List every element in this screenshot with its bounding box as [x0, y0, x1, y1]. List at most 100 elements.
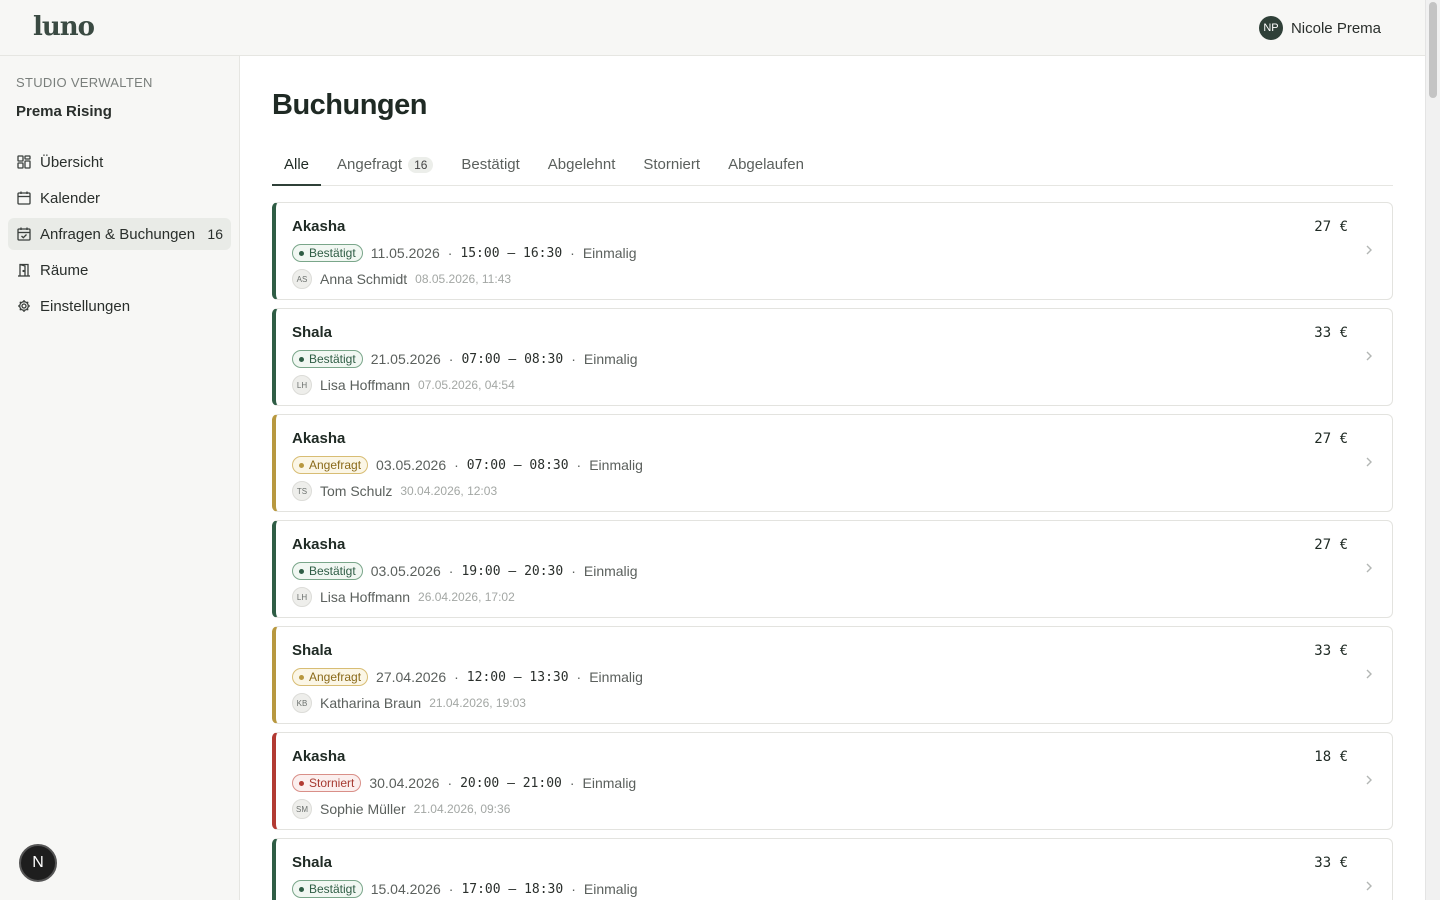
customer-name: Anna Schmidt — [320, 271, 408, 287]
sidebar-item-calendar[interactable]: Kalender — [8, 182, 231, 214]
grid-icon — [16, 154, 32, 170]
booking-time: 07:00 – 08:30 — [461, 351, 564, 367]
booking-customer: LH Lisa Hoffmann 07.05.2026, 04:54 — [292, 375, 515, 395]
status-dot — [299, 886, 304, 892]
booking-card[interactable]: Akasha Bestätigt 11.05.2026 · 15:00 – 16:… — [272, 202, 1393, 300]
tab-requested[interactable]: Angefragt 16 — [325, 152, 445, 186]
tab-declined[interactable]: Abgelehnt — [536, 152, 628, 186]
page-scrollbar[interactable] — [1425, 0, 1440, 900]
user-name[interactable]: Nicole Prema — [1291, 20, 1381, 37]
booking-card[interactable]: Shala Bestätigt 15.04.2026 · 17:00 – 18:3… — [272, 838, 1393, 900]
help-launcher-button[interactable]: N — [19, 844, 57, 882]
sidebar-nav: Übersicht Kalender Anfragen & Buchungen … — [8, 146, 231, 326]
booking-card[interactable]: Akasha Storniert 30.04.2026 · 20:00 – 21:… — [272, 732, 1393, 830]
booking-type: Einmalig — [583, 351, 638, 367]
booking-created: 21.04.2026, 09:36 — [413, 802, 511, 816]
status-badge: Storniert — [292, 774, 362, 792]
sidebar-item-label: Einstellungen — [40, 297, 131, 315]
customer-name: Tom Schulz — [320, 483, 393, 499]
booking-card[interactable]: Akasha Bestätigt 03.05.2026 · 19:00 – 20:… — [272, 520, 1393, 618]
booking-date: 27.04.2026 — [376, 669, 447, 685]
sidebar-item-count: 16 — [207, 226, 223, 242]
booking-details: Bestätigt 21.05.2026 · 07:00 – 08:30 · Ein… — [292, 350, 638, 368]
customer-initials: LH — [292, 587, 312, 607]
sidebar-item-label: Anfragen & Buchungen — [40, 225, 196, 243]
user-menu[interactable]: NP Nicole Prema — [1258, 16, 1381, 40]
booking-details: Angefragt 27.04.2026 · 12:00 – 13:30 · Ein… — [292, 668, 643, 686]
booking-details: Bestätigt 15.04.2026 · 17:00 – 18:30 · Ein… — [292, 880, 638, 898]
booking-card[interactable]: Shala Bestätigt 21.05.2026 · 07:00 – 08:3… — [272, 308, 1393, 406]
tab-all[interactable]: Alle — [272, 152, 322, 186]
chevron-right-icon — [1366, 245, 1372, 255]
booking-created: 07.05.2026, 04:54 — [418, 378, 515, 392]
booking-type: Einmalig — [589, 457, 643, 473]
tab-expired[interactable]: Abgelaufen — [716, 152, 816, 186]
tab-cancelled[interactable]: Storniert — [631, 152, 712, 186]
booking-price: 27 € — [1314, 219, 1348, 235]
door-icon — [16, 262, 32, 278]
chevron-right-icon — [1366, 881, 1372, 891]
booking-created: 08.05.2026, 11:43 — [415, 272, 512, 286]
booking-time: 12:00 – 13:30 — [466, 669, 569, 685]
customer-name: Sophie Müller — [320, 801, 406, 817]
booking-room: Shala — [292, 642, 333, 659]
status-dot — [299, 250, 304, 256]
sidebar-item-label: Räume — [40, 261, 89, 279]
chevron-right-icon — [1366, 775, 1372, 785]
top-bar: luno NP Nicole Prema — [0, 0, 1425, 56]
booking-type: Einmalig — [583, 563, 638, 579]
booking-time: 15:00 – 16:30 — [460, 245, 563, 261]
booking-room: Shala — [292, 324, 333, 341]
page-title: Buchungen — [272, 89, 428, 121]
status-dot — [299, 780, 304, 786]
sidebar-item-rooms[interactable]: Räume — [8, 254, 231, 286]
status-badge: Bestätigt — [292, 562, 363, 580]
sidebar-item-settings[interactable]: Einstellungen — [8, 290, 231, 322]
gear-icon — [16, 298, 32, 314]
status-label: Bestätigt — [309, 882, 356, 896]
tab-label: Abgelaufen — [728, 156, 804, 173]
status-label: Bestätigt — [309, 564, 356, 578]
booking-time: 07:00 – 08:30 — [466, 457, 569, 473]
calendar-icon — [16, 190, 32, 206]
sidebar: STUDIO VERWALTEN Prema Rising Übersicht … — [0, 56, 240, 900]
sidebar-item-overview[interactable]: Übersicht — [8, 146, 231, 178]
booking-time: 17:00 – 18:30 — [461, 881, 564, 897]
chevron-right-icon — [1366, 563, 1372, 573]
avatar[interactable]: NP — [1258, 16, 1283, 40]
status-label: Angefragt — [309, 458, 362, 472]
status-label: Angefragt — [309, 670, 362, 684]
status-dot — [299, 674, 304, 680]
scrollbar-thumb[interactable] — [1429, 2, 1437, 98]
booking-customer: KB Katharina Braun 21.04.2026, 19:03 — [292, 693, 526, 713]
booking-created: 21.04.2026, 19:03 — [429, 696, 526, 710]
booking-date: 15.04.2026 — [370, 881, 441, 897]
status-dot — [299, 568, 304, 574]
booking-room: Akasha — [292, 536, 346, 553]
booking-customer: AS Anna Schmidt 08.05.2026, 11:43 — [292, 269, 511, 289]
booking-card[interactable]: Shala Angefragt 27.04.2026 · 12:00 – 13:3… — [272, 626, 1393, 724]
customer-name: Lisa Hoffmann — [320, 377, 411, 393]
booking-time: 20:00 – 21:00 — [460, 775, 562, 791]
booking-customer: LH Lisa Hoffmann 26.04.2026, 17:02 — [292, 587, 515, 607]
customer-initials: SM — [292, 799, 312, 819]
status-label: Bestätigt — [309, 246, 356, 260]
customer-initials: TS — [292, 481, 312, 501]
chevron-right-icon — [1366, 669, 1372, 679]
sidebar-section-label: STUDIO VERWALTEN — [16, 75, 153, 90]
booking-room: Akasha — [292, 430, 346, 447]
booking-customer: TS Tom Schulz 30.04.2026, 12:03 — [292, 481, 497, 501]
sidebar-item-requests-bookings[interactable]: Anfragen & Buchungen 16 — [8, 218, 231, 250]
booking-list: Akasha Bestätigt 11.05.2026 · 15:00 – 16:… — [272, 202, 1393, 900]
calendar-check-icon — [16, 226, 32, 242]
booking-room: Shala — [292, 854, 333, 871]
booking-card[interactable]: Akasha Angefragt 03.05.2026 · 07:00 – 08:… — [272, 414, 1393, 512]
tab-label: Bestätigt — [461, 156, 520, 173]
booking-details: Bestätigt 11.05.2026 · 15:00 – 16:30 · Ein… — [292, 244, 637, 262]
booking-time: 19:00 – 20:30 — [461, 563, 564, 579]
status-badge: Angefragt — [292, 456, 369, 474]
booking-date: 30.04.2026 — [369, 775, 440, 791]
tab-label: Abgelehnt — [547, 156, 616, 173]
luno-logo[interactable]: luno — [33, 12, 95, 42]
tab-confirmed[interactable]: Bestätigt — [449, 152, 531, 186]
